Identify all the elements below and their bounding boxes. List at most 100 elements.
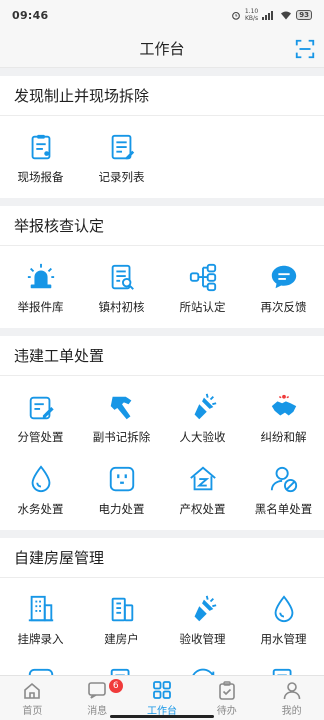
section-title: 举报核查认定 — [0, 206, 324, 246]
unread-badge: 6 — [108, 679, 123, 693]
tile-label: 电力处置 — [98, 501, 145, 516]
section-title: 自建房屋管理 — [0, 538, 324, 578]
network-speed: 1.10 KB/s — [244, 8, 259, 22]
function-tile[interactable]: 镇村初核 — [81, 252, 162, 324]
tab-label: 待办 — [216, 705, 237, 717]
blacklist-user-icon — [270, 466, 297, 492]
function-tile[interactable]: 产权处置 — [162, 454, 243, 526]
function-tile[interactable]: 记录列表 — [81, 122, 162, 194]
function-tile[interactable]: 水务处置 — [0, 454, 81, 526]
section-0: 发现制止并现场拆除现场报备 记录列表 — [0, 76, 324, 198]
function-tile[interactable]: 用水管理 — [243, 584, 324, 656]
function-tile[interactable]: 电力处置 — [81, 454, 162, 526]
tab-workbench-grid[interactable]: 工作台 — [130, 676, 195, 720]
tile-label: 挂牌录入 — [17, 631, 64, 646]
tile-label: 人大验收 — [179, 429, 226, 444]
tile-label: 产权处置 — [179, 501, 226, 516]
cell-signal-icon — [262, 10, 276, 20]
function-tile[interactable]: 纠纷和解 — [243, 382, 324, 454]
power-socket-icon — [28, 668, 53, 675]
status-time: 09:46 — [12, 8, 49, 22]
tile-label: 现场报备 — [17, 169, 64, 184]
function-tile[interactable]: 验收管理 — [162, 584, 243, 656]
function-tile[interactable]: 举报件库 — [0, 252, 81, 324]
function-tile[interactable]: 现场报备 — [0, 122, 81, 194]
edit-note-icon — [29, 396, 54, 419]
section-title: 违建工单处置 — [0, 336, 324, 376]
tile-label: 用水管理 — [260, 631, 307, 646]
tile-label: 副书记拆除 — [92, 429, 151, 444]
building-icon — [111, 597, 133, 621]
function-tile[interactable]: 规划审批 — [243, 656, 324, 675]
chat-bubble-icon — [271, 265, 296, 288]
tile-label: 再次反馈 — [260, 299, 307, 314]
tile-label: 纠纷和解 — [260, 429, 307, 444]
function-tile[interactable]: 建房户 — [81, 584, 162, 656]
status-bar: 09:46 1.10 KB/s 93 — [0, 0, 324, 30]
tile-label: 黑名单处置 — [254, 501, 313, 516]
battery-indicator: 93 — [296, 10, 312, 20]
function-tile[interactable]: 黑名单处置 — [243, 454, 324, 526]
doc-search-icon — [111, 264, 134, 290]
user-icon — [283, 681, 300, 699]
tile-label: 建房户 — [104, 631, 139, 646]
alarm-light-icon — [27, 263, 54, 288]
todo-clipboard-icon — [218, 680, 235, 700]
flashlight-icon — [194, 393, 216, 419]
log-search-icon — [110, 668, 129, 675]
report-clipboard-icon — [31, 134, 50, 159]
tab-label: 我的 — [281, 705, 302, 717]
home-icon — [24, 682, 41, 699]
power-socket-icon — [109, 466, 134, 491]
section-2: 违建工单处置分管处置 副书记拆除 人大验收 纠纷和解水务处置 电力处置 产权处置 黑名单处置 — [0, 336, 324, 530]
app-header: 工作台 — [0, 30, 324, 68]
page-title: 工作台 — [139, 40, 185, 58]
tab-label: 消息 — [87, 705, 108, 717]
function-tile[interactable]: 分管处置 — [0, 382, 81, 454]
section-title: 发现制止并现场拆除 — [0, 76, 324, 116]
record-list-icon — [111, 134, 134, 159]
tile-label: 验收管理 — [179, 631, 226, 646]
function-tile[interactable]: 巡查日志 — [81, 656, 162, 675]
building-plate-icon — [28, 595, 53, 621]
section-grid: 现场报备 记录列表 — [0, 116, 324, 198]
function-tile[interactable]: 人大验收 — [162, 382, 243, 454]
tab-message[interactable]: 消息 6 — [65, 676, 130, 720]
handshake-icon — [271, 394, 296, 415]
org-tree-icon — [189, 263, 216, 291]
bottom-tab-bar: 首页 消息 6 工作台 待办 我的 — [0, 675, 324, 720]
tile-label: 举报件库 — [17, 299, 64, 314]
tab-todo-clipboard[interactable]: 待办 — [194, 676, 259, 720]
section-grid: 举报件库 镇村初核 所站认定 再次反馈 — [0, 246, 324, 328]
message-icon — [88, 681, 106, 699]
hammer-icon — [110, 396, 131, 419]
scan-icon[interactable] — [294, 38, 316, 60]
eye-refresh-icon — [191, 668, 214, 675]
section-3: 自建房屋管理挂牌录入 建房户 验收管理 用水管理用电管理巡查日志我的巡查规划审批 — [0, 538, 324, 675]
property-house-icon — [189, 466, 216, 490]
tab-home[interactable]: 首页 — [0, 676, 65, 720]
wifi-icon — [281, 11, 292, 20]
flashlight-icon — [194, 595, 216, 621]
function-tile[interactable]: 副书记拆除 — [81, 382, 162, 454]
function-tile[interactable]: 挂牌录入 — [0, 584, 81, 656]
tile-label: 所站认定 — [179, 299, 226, 314]
tab-label: 首页 — [22, 705, 43, 717]
tile-label: 记录列表 — [98, 169, 145, 184]
water-drop-icon — [31, 464, 50, 492]
tile-label: 水务处置 — [17, 501, 64, 516]
function-tile[interactable]: 所站认定 — [162, 252, 243, 324]
tile-label: 分管处置 — [17, 429, 64, 444]
function-tile[interactable]: 再次反馈 — [243, 252, 324, 324]
function-tile[interactable]: 用电管理 — [0, 656, 81, 675]
section-grid: 分管处置 副书记拆除 人大验收 纠纷和解水务处置 电力处置 产权处置 黑名单处置 — [0, 376, 324, 530]
alarm-icon — [232, 11, 240, 20]
water-drop-icon — [274, 594, 293, 622]
approval-stamp-icon — [272, 668, 291, 675]
tab-user[interactable]: 我的 — [259, 676, 324, 720]
section-1: 举报核查认定举报件库 镇村初核 所站认定 再次反馈 — [0, 206, 324, 328]
workbench-grid-icon — [153, 680, 171, 699]
status-indicators: 1.10 KB/s 93 — [231, 8, 312, 22]
function-tile[interactable]: 我的巡查 — [162, 656, 243, 675]
home-indicator — [110, 715, 214, 718]
